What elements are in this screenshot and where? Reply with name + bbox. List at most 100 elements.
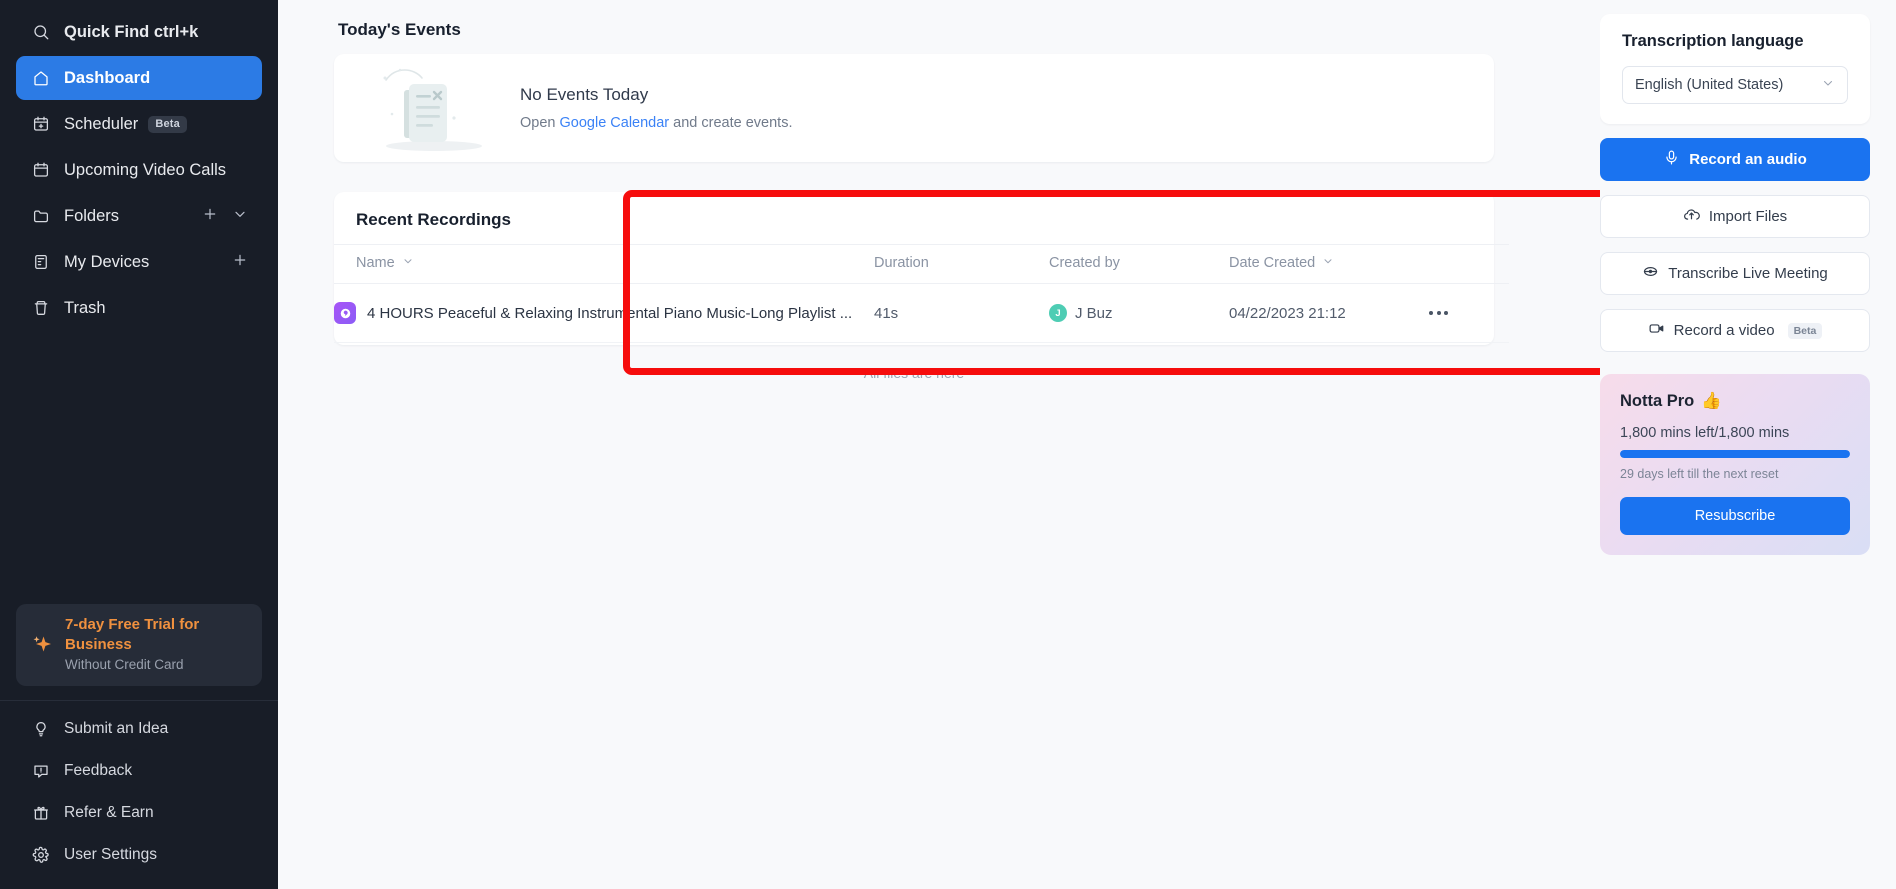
live-meeting-icon xyxy=(1642,263,1659,284)
add-folder-plus-icon[interactable] xyxy=(202,206,218,227)
sort-chevron-down-icon[interactable] xyxy=(402,255,414,271)
sparkle-icon xyxy=(30,633,55,657)
column-header-date-created[interactable]: Date Created xyxy=(1229,244,1429,284)
sidebar-item-feedback[interactable]: Feedback xyxy=(16,751,262,791)
recordings-table: Name Duration Created by Date Created 4 … xyxy=(334,244,1509,343)
sidebar-item-dashboard[interactable]: Dashboard xyxy=(16,56,262,100)
quick-find-button[interactable]: Quick Find ctrl+k xyxy=(16,10,262,54)
todays-events-card: No Events Today Open Google Calendar and… xyxy=(334,54,1494,162)
recordings-table-head: Name Duration Created by Date Created xyxy=(334,244,1509,284)
sidebar-item-label: User Settings xyxy=(64,846,158,863)
created-by-name: J Buz xyxy=(1075,304,1113,322)
sidebar-item-label: Submit an Idea xyxy=(64,720,169,737)
sidebar-item-label: Trash xyxy=(64,298,106,317)
calendar-icon xyxy=(30,159,52,181)
row-more-options-icon[interactable] xyxy=(1429,311,1509,315)
gear-icon xyxy=(30,844,52,866)
app-root: Quick Find ctrl+k Dashboard Scheduler Be… xyxy=(0,0,1896,889)
notta-pro-title-row: Notta Pro 👍 xyxy=(1620,392,1850,411)
cell-name: 4 HOURS Peaceful & Relaxing Instrumental… xyxy=(334,283,874,343)
notta-pro-card: Notta Pro 👍 1,800 mins left/1,800 mins 2… xyxy=(1600,374,1870,555)
sidebar-divider xyxy=(0,700,278,701)
transcribe-live-meeting-button[interactable]: Transcribe Live Meeting xyxy=(1600,252,1870,295)
sidebar-item-trash[interactable]: Trash xyxy=(16,286,262,330)
language-select[interactable]: English (United States) xyxy=(1622,66,1848,104)
free-trial-card[interactable]: 7-day Free Trial for Business Without Cr… xyxy=(16,603,262,686)
my-devices-actions xyxy=(232,252,248,273)
todays-events-title: Today's Events xyxy=(338,20,461,39)
calendar-plus-icon xyxy=(30,113,52,135)
notta-pro-reset-note: 29 days left till the next reset xyxy=(1620,467,1779,481)
record-a-video-label: Record a video xyxy=(1673,322,1775,339)
free-trial-text-group: 7-day Free Trial for Business Without Cr… xyxy=(65,615,248,675)
sidebar-item-user-settings[interactable]: User Settings xyxy=(16,835,262,875)
sidebar-item-label: Upcoming Video Calls xyxy=(64,160,227,179)
sidebar-item-my-devices[interactable]: My Devices xyxy=(16,240,262,284)
column-header-created-by: Created by xyxy=(1049,244,1229,284)
empty-document-icon xyxy=(356,62,506,154)
search-icon xyxy=(30,21,52,43)
table-header-row: Name Duration Created by Date Created xyxy=(334,244,1509,284)
free-trial-subtitle: Without Credit Card xyxy=(64,657,184,673)
column-header-created-by-label: Created by xyxy=(1049,255,1120,271)
video-camera-icon xyxy=(1648,320,1665,341)
sidebar-item-upcoming-video-calls[interactable]: Upcoming Video Calls xyxy=(16,148,262,192)
notta-file-icon xyxy=(334,302,356,324)
all-files-footer-text: All files are here xyxy=(863,365,965,381)
recent-recordings-title: Recent Recordings xyxy=(356,210,511,229)
notta-pro-minutes: 1,800 mins left/1,800 mins xyxy=(1620,425,1790,441)
folders-actions xyxy=(202,206,248,227)
sidebar-item-label: Feedback xyxy=(64,762,133,779)
sidebar-top-group: Quick Find ctrl+k Dashboard Scheduler Be… xyxy=(0,0,278,332)
table-row[interactable]: 4 HOURS Peaceful & Relaxing Instrumental… xyxy=(334,283,1509,343)
sidebar-item-label: Refer & Earn xyxy=(64,804,154,821)
sidebar-item-folders[interactable]: Folders xyxy=(16,194,262,238)
sidebar-item-label: My Devices xyxy=(64,252,150,271)
column-header-actions xyxy=(1429,244,1509,284)
sidebar-item-label: Scheduler xyxy=(64,114,139,133)
transcribe-live-meeting-label: Transcribe Live Meeting xyxy=(1668,265,1828,282)
events-empty-text: No Events Today Open Google Calendar and… xyxy=(520,85,792,131)
column-header-name[interactable]: Name xyxy=(334,244,874,284)
message-alert-icon xyxy=(30,760,52,782)
record-an-audio-button[interactable]: Record an audio xyxy=(1600,138,1870,181)
recordings-table-body: 4 HOURS Peaceful & Relaxing Instrumental… xyxy=(334,283,1509,343)
thumbs-up-icon: 👍 xyxy=(1701,392,1722,410)
folders-chevron-down-icon[interactable] xyxy=(232,206,248,227)
avatar: J xyxy=(1049,304,1067,322)
home-icon xyxy=(30,67,52,89)
sidebar-item-scheduler[interactable]: Scheduler Beta xyxy=(16,102,262,146)
cell-duration: 41s xyxy=(874,283,1049,343)
cell-created-by: J J Buz xyxy=(1049,283,1229,343)
sidebar-bottom-group: Submit an Idea Feedback Refer & Earn Use… xyxy=(0,709,278,889)
import-files-label: Import Files xyxy=(1708,208,1788,225)
trash-icon xyxy=(30,297,52,319)
free-trial-title: 7-day Free Trial for Business xyxy=(64,615,200,654)
events-sub-post: and create events. xyxy=(669,115,793,131)
google-calendar-link[interactable]: Google Calendar xyxy=(560,115,670,131)
main-inner: Today's Events No Events Today Open Goog… xyxy=(334,20,1509,381)
sidebar-item-label: Folders xyxy=(64,206,120,225)
record-a-video-button[interactable]: Record a video Beta xyxy=(1600,309,1870,352)
recent-recordings-card: Recent Recordings Name Duration Created … xyxy=(334,192,1509,345)
column-header-duration-label: Duration xyxy=(874,255,929,271)
cloud-upload-icon xyxy=(1683,206,1700,227)
gift-icon xyxy=(30,802,52,824)
main-content: Today's Events No Events Today Open Goog… xyxy=(278,0,1600,889)
add-device-plus-icon[interactable] xyxy=(232,252,248,273)
scheduler-beta-badge: Beta xyxy=(148,115,187,133)
sidebar-item-submit-an-idea[interactable]: Submit an Idea xyxy=(16,709,262,749)
events-sub-pre: Open xyxy=(520,115,560,131)
column-header-name-label: Name xyxy=(356,255,395,271)
sort-chevron-down-icon[interactable] xyxy=(1322,255,1334,271)
sidebar-item-refer-and-earn[interactable]: Refer & Earn xyxy=(16,793,262,833)
transcription-language-card: Transcription language English (United S… xyxy=(1600,14,1870,124)
recording-name[interactable]: 4 HOURS Peaceful & Relaxing Instrumental… xyxy=(367,305,852,322)
import-files-button[interactable]: Import Files xyxy=(1600,195,1870,238)
right-sidebar: Transcription language English (United S… xyxy=(1600,0,1896,889)
transcription-language-title: Transcription language xyxy=(1622,32,1804,50)
resubscribe-button[interactable]: Resubscribe xyxy=(1620,497,1850,535)
record-a-video-beta-badge: Beta xyxy=(1787,322,1823,339)
no-events-subtitle: Open Google Calendar and create events. xyxy=(520,115,792,131)
